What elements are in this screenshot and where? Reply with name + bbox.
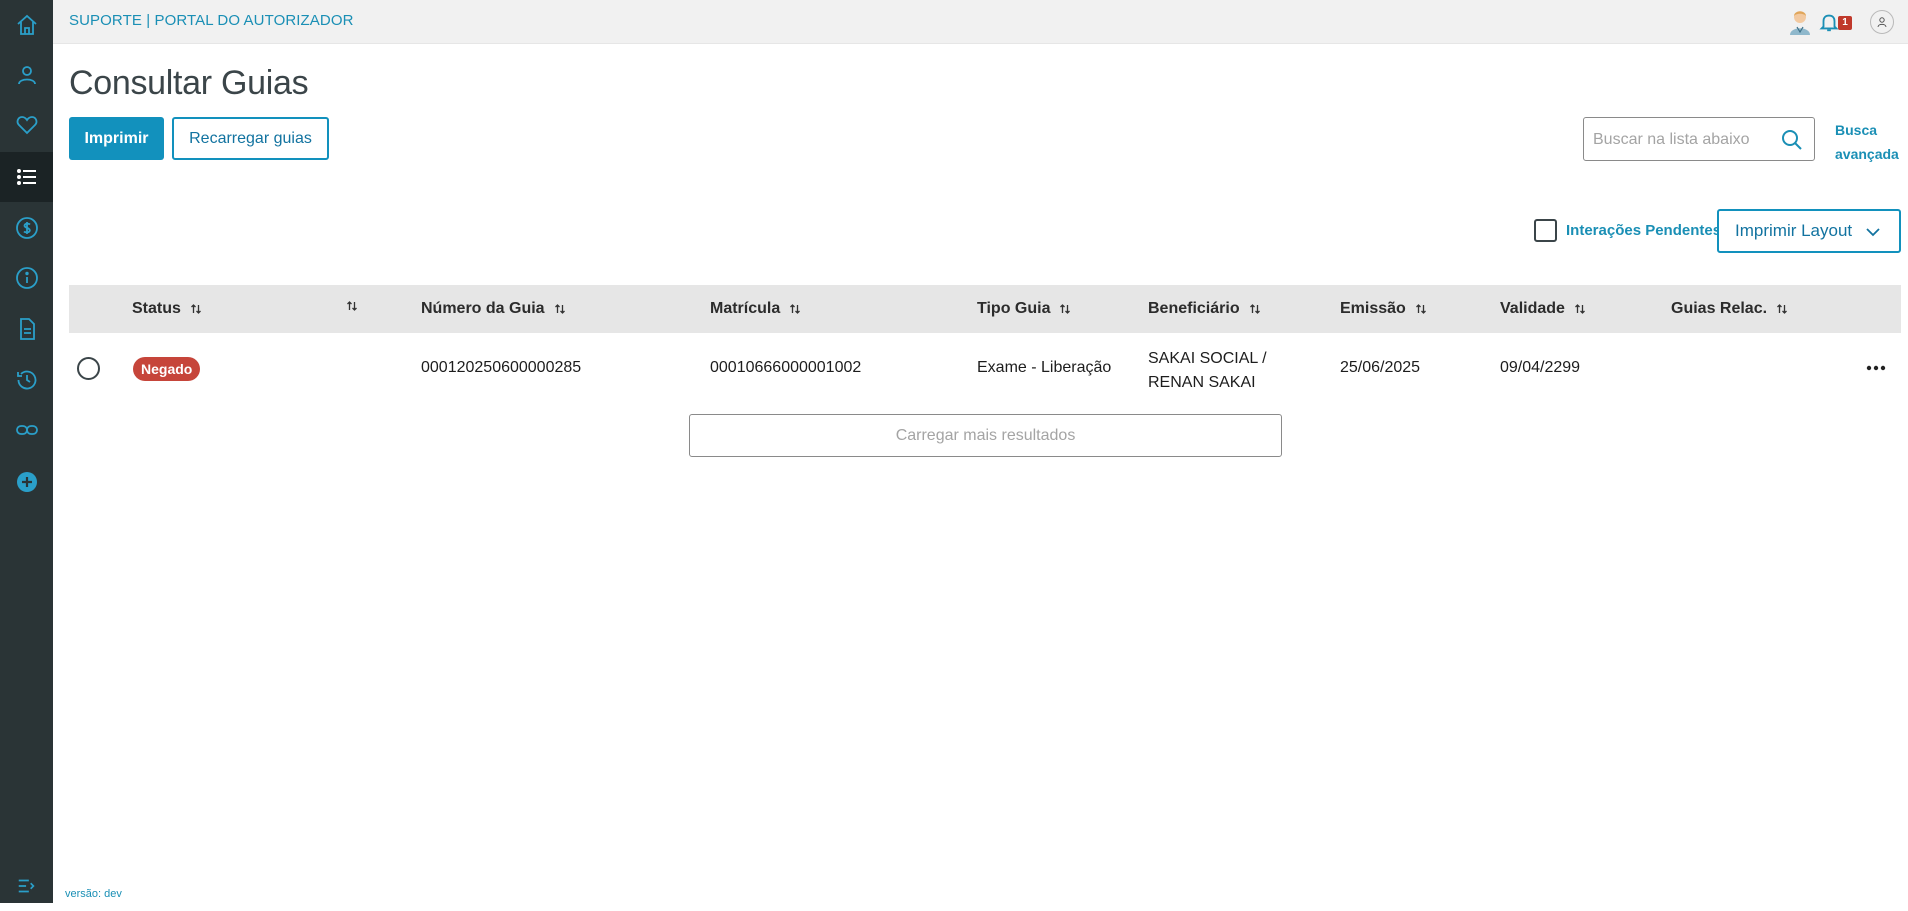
column-header-matricula[interactable]: Matrícula <box>710 300 801 318</box>
sort-icon <box>1415 304 1426 314</box>
sort-icon <box>190 304 201 314</box>
sidebar-item-links[interactable] <box>0 405 53 455</box>
search-input[interactable] <box>1593 128 1773 152</box>
column-header-beneficiario[interactable]: Beneficiário <box>1148 300 1261 318</box>
user-icon <box>17 66 36 85</box>
sort-icon <box>1249 304 1260 314</box>
doctor-avatar-icon[interactable] <box>1788 8 1812 36</box>
sidebar-item-health[interactable] <box>0 100 53 150</box>
row-select-radio[interactable] <box>77 357 100 380</box>
dollar-icon <box>15 217 38 239</box>
sidebar-item-profile[interactable] <box>0 50 53 100</box>
column-header-label: Status <box>132 300 181 317</box>
bell-icon <box>1819 14 1839 32</box>
user-icon <box>1877 17 1887 28</box>
column-header-status[interactable]: Status <box>132 300 202 318</box>
cell-beneficiario: SAKAI SOCIAL / RENAN SAKAI <box>1148 350 1267 391</box>
sort-icon[interactable] <box>346 300 358 312</box>
print-layout-label: Imprimir Layout <box>1735 221 1853 240</box>
top-bar: SUPORTE | PORTAL DO AUTORIZADOR 1 <box>53 0 1908 44</box>
add-icon <box>16 472 37 492</box>
info-icon <box>15 267 38 289</box>
link-icon <box>15 425 38 435</box>
list-icon <box>16 169 36 185</box>
advanced-search-link[interactable]: Busca avançada <box>1835 118 1905 166</box>
sidebar <box>0 0 53 903</box>
sort-icon <box>1574 304 1585 314</box>
column-header-label: Número da Guia <box>421 300 545 317</box>
sidebar-item-documents[interactable] <box>0 304 53 354</box>
search-icon[interactable] <box>1780 128 1804 152</box>
cell-validade: 09/04/2299 <box>1500 359 1581 376</box>
version-label: versão: dev <box>65 888 122 900</box>
heart-icon <box>16 116 37 135</box>
table-row[interactable]: Negado 000120250600000285 00010666000001… <box>69 333 1901 403</box>
sidebar-item-home[interactable] <box>0 0 53 50</box>
pending-interactions-checkbox[interactable] <box>1534 219 1557 242</box>
print-layout-dropdown[interactable]: Imprimir Layout <box>1717 209 1901 253</box>
collapse-menu-icon <box>18 879 35 893</box>
page-title: Consultar Guias <box>69 64 309 102</box>
pending-interactions-toggle[interactable]: Interações Pendentes <box>1534 219 1721 242</box>
reload-button[interactable]: Recarregar guias <box>172 117 329 160</box>
column-header-guias-relac[interactable]: Guias Relac. <box>1671 300 1788 318</box>
column-header-label: Guias Relac. <box>1671 300 1768 317</box>
sort-icon <box>1777 304 1788 314</box>
sort-icon <box>1060 304 1071 314</box>
cell-numero: 000120250600000285 <box>421 359 582 376</box>
chevron-down-icon <box>1866 228 1880 237</box>
sidebar-item-add[interactable] <box>0 457 53 507</box>
sidebar-collapse-button[interactable] <box>0 861 53 911</box>
status-badge: Negado <box>133 357 201 381</box>
column-header-label: Beneficiário <box>1148 300 1240 317</box>
print-button[interactable]: Imprimir <box>69 117 164 160</box>
search-box <box>1583 117 1815 161</box>
load-more-button[interactable]: Carregar mais resultados <box>689 414 1282 457</box>
column-header-label: Matrícula <box>710 300 781 317</box>
column-header-label: Emissão <box>1340 300 1406 317</box>
cell-tipo: Exame - Liberação <box>977 359 1112 376</box>
sort-icon <box>790 304 801 314</box>
column-header-numero[interactable]: Número da Guia <box>421 300 566 318</box>
sidebar-item-history[interactable] <box>0 355 53 405</box>
column-header-label: Tipo Guia <box>977 300 1051 317</box>
pending-interactions-label: Interações Pendentes <box>1566 222 1722 239</box>
notification-badge: 1 <box>1838 16 1852 30</box>
column-header-tipo[interactable]: Tipo Guia <box>977 300 1071 318</box>
cell-emissao: 25/06/2025 <box>1340 359 1421 376</box>
user-menu-button[interactable] <box>1870 10 1894 34</box>
sidebar-item-info[interactable] <box>0 253 53 303</box>
top-icons: 1 <box>1788 6 1894 38</box>
column-header-label: Validade <box>1500 300 1565 317</box>
home-icon <box>16 14 37 35</box>
cell-matricula: 00010666000001002 <box>710 359 862 376</box>
notifications-button[interactable]: 1 <box>1818 8 1854 36</box>
document-icon <box>19 318 35 340</box>
sort-icon <box>554 304 565 314</box>
more-options-icon[interactable] <box>1865 357 1887 379</box>
app-title: SUPORTE | PORTAL DO AUTORIZADOR <box>69 12 354 29</box>
sidebar-item-finance[interactable] <box>0 203 53 253</box>
column-header-emissao[interactable]: Emissão <box>1340 300 1427 318</box>
table-header: Status Número da Guia Matrícula Tipo Gui… <box>69 285 1901 333</box>
column-header-validade[interactable]: Validade <box>1500 300 1586 318</box>
history-icon <box>16 370 36 390</box>
sidebar-item-guides[interactable] <box>0 152 53 202</box>
